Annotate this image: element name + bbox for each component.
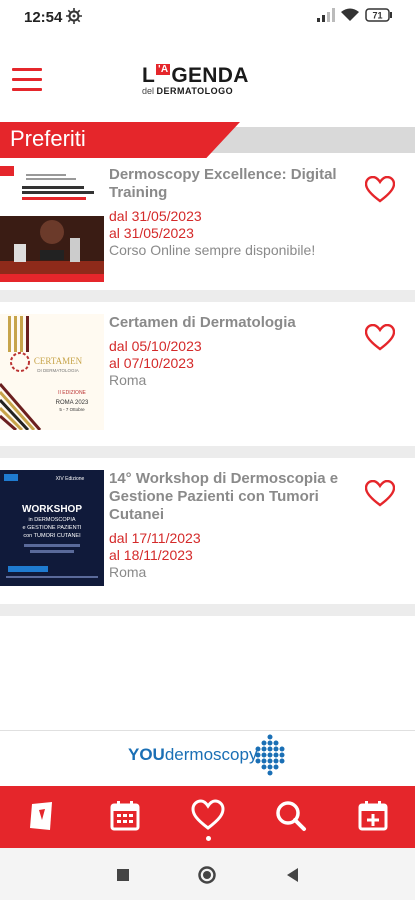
section-title: Preferiti <box>10 126 86 151</box>
event-card[interactable]: Dermoscopy Excellence: Digital Training … <box>0 158 415 288</box>
divider <box>0 446 415 458</box>
thumb-edition: II EDIZIONE <box>58 390 86 396</box>
thumb-city: ROMA 2023 <box>56 400 89 406</box>
active-indicator <box>206 836 211 841</box>
recent-apps-icon[interactable] <box>112 864 134 886</box>
event-date-from: dal 05/10/2023 <box>109 338 202 354</box>
sponsor-banner[interactable]: YOUdermoscopy <box>0 730 415 786</box>
event-thumbnail: XIV Edizione WORKSHOP in DERMOSCOPIA e G… <box>0 470 104 586</box>
thumb-title: WORKSHOP <box>22 504 82 515</box>
tab-add-event[interactable] <box>355 798 391 834</box>
event-date-from: dal 31/05/2023 <box>109 208 202 224</box>
book-icon <box>30 802 52 830</box>
event-location: Roma <box>109 372 147 388</box>
wifi-icon <box>341 8 359 21</box>
favorite-heart-icon[interactable] <box>365 480 395 508</box>
divider <box>0 290 415 302</box>
event-date-from: dal 17/11/2023 <box>109 530 201 546</box>
event-card[interactable]: XIV Edizione WORKSHOP in DERMOSCOPIA e G… <box>0 462 415 604</box>
status-time: 12:54 <box>24 9 63 26</box>
event-thumbnail: CERTAMEN DI DERMATOLOGIA II EDIZIONE ROM… <box>0 314 104 430</box>
event-card[interactable]: CERTAMEN DI DERMATOLOGIA II EDIZIONE ROM… <box>0 306 415 436</box>
event-location: Roma <box>109 564 147 580</box>
favorite-heart-icon[interactable] <box>365 324 395 352</box>
thumb-subtitle: in DERMOSCOPIA <box>28 517 75 523</box>
home-icon[interactable] <box>196 864 218 886</box>
event-date-to: al 07/10/2023 <box>109 355 194 371</box>
event-thumbnail <box>0 166 104 282</box>
app-logo: L 'A GENDA del DERMATOLOGO <box>142 64 264 98</box>
heart-icon <box>191 799 225 830</box>
divider <box>0 604 415 616</box>
event-location: Corso Online sempre disponibile! <box>109 242 316 258</box>
event-date-to: al 31/05/2023 <box>109 225 194 241</box>
event-title: Certamen di Dermatologia <box>109 314 296 331</box>
logo-badge: 'A <box>156 64 171 75</box>
brand-dots-icon <box>255 734 285 776</box>
thumb-days: 5 - 7 Ottobre <box>59 407 85 412</box>
menu-icon[interactable] <box>12 68 42 92</box>
tab-search[interactable] <box>273 798 309 834</box>
battery-level: 71 <box>372 11 382 21</box>
tab-home[interactable] <box>24 798 60 834</box>
thumb-subtitle: DI DERMATOLOGIA <box>37 368 79 373</box>
status-bar: 12:54 71 <box>0 0 415 34</box>
signal-icon <box>317 8 335 22</box>
calendar-icon <box>110 801 140 831</box>
section-banner: Preferiti <box>0 122 415 158</box>
calendar-plus-icon <box>358 801 388 831</box>
search-icon <box>276 801 306 831</box>
logo-main: GENDA <box>171 64 249 87</box>
event-title: 14° Workshop di Dermoscopia e Gestione P… <box>109 470 339 523</box>
brand-part1: YOU <box>128 745 165 764</box>
event-title: Dermoscopy Excellence: Digital Training <box>109 166 337 201</box>
event-date-to: al 18/11/2023 <box>109 547 193 563</box>
thumb-line2: e GESTIONE PAZIENTI <box>23 525 82 531</box>
back-icon[interactable] <box>282 864 304 886</box>
thumb-title: CERTAMEN <box>34 356 83 366</box>
brand-part2: dermoscopy <box>164 745 258 764</box>
favorite-heart-icon[interactable] <box>365 176 395 204</box>
sponsor-logo[interactable]: YOUdermoscopy <box>128 734 285 776</box>
settings-notification-icon <box>66 8 82 24</box>
battery-icon: 71 <box>365 8 392 22</box>
logo-sub-prefix: del <box>142 86 157 96</box>
thumb-line3: con TUMORI CUTANEI <box>23 533 81 539</box>
app-header: L 'A GENDA del DERMATOLOGO <box>0 34 415 120</box>
thumb-edition: XIV Edizione <box>56 476 85 482</box>
bottom-tab-bar <box>0 786 415 848</box>
tab-favorites[interactable] <box>190 798 226 841</box>
logo-prefix: L <box>142 64 156 87</box>
system-nav-bar <box>0 848 415 900</box>
logo-sub-main: DERMATOLOGO <box>156 86 234 96</box>
tab-calendar[interactable] <box>107 798 143 834</box>
